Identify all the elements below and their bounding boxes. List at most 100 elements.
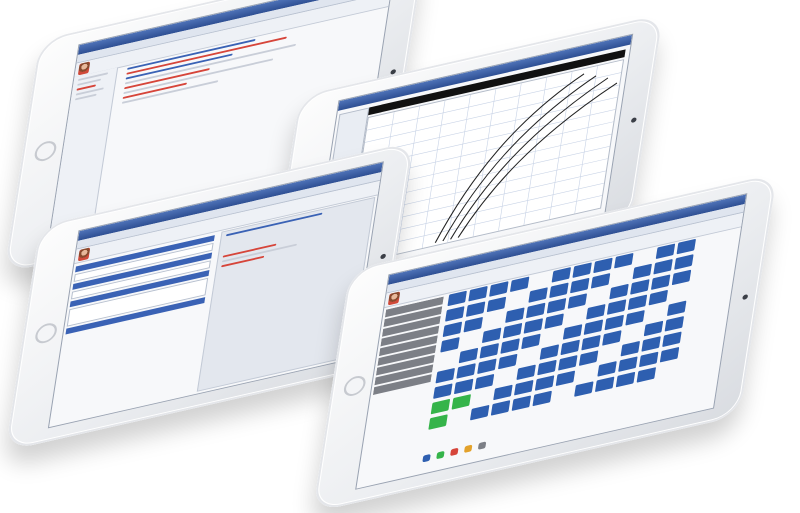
schedule-slot[interactable] <box>659 347 680 363</box>
schedule-slot[interactable] <box>563 324 583 340</box>
schedule-slot[interactable] <box>470 405 490 421</box>
schedule-slot[interactable] <box>454 378 474 395</box>
schedule-slot[interactable] <box>674 254 694 270</box>
schedule-slot[interactable] <box>560 339 580 356</box>
schedule-slot[interactable] <box>583 319 603 335</box>
schedule-slot[interactable] <box>456 363 476 379</box>
schedule-slot[interactable] <box>572 262 592 278</box>
legend-item <box>477 440 487 450</box>
schedule-slot[interactable] <box>586 304 606 320</box>
legend-item <box>463 444 473 453</box>
schedule-slot[interactable] <box>653 259 673 275</box>
schedule-slot[interactable] <box>486 296 507 313</box>
schedule-slot[interactable] <box>567 293 587 309</box>
schedule-slot[interactable] <box>523 318 543 334</box>
schedule-slot[interactable] <box>627 294 648 311</box>
schedule-slot[interactable] <box>655 243 676 259</box>
schedule-slot[interactable] <box>535 375 555 391</box>
schedule-slot[interactable] <box>574 381 594 397</box>
avatar-photo-icon <box>387 291 401 306</box>
schedule-slot[interactable] <box>463 317 483 333</box>
schedule-slot[interactable] <box>597 361 617 377</box>
schedule-slot[interactable] <box>648 290 668 306</box>
schedule-slot[interactable] <box>498 353 518 370</box>
schedule-slot[interactable] <box>511 395 531 411</box>
schedule-slot[interactable] <box>607 299 627 315</box>
schedule-slot[interactable] <box>528 287 548 303</box>
schedule-slot[interactable] <box>539 344 559 360</box>
schedule-slot[interactable] <box>602 330 622 346</box>
schedule-slot[interactable] <box>620 341 640 357</box>
schedule-slot[interactable] <box>514 380 534 396</box>
schedule-slot[interactable] <box>510 276 530 292</box>
schedule-slot[interactable] <box>546 298 567 314</box>
schedule-slot[interactable] <box>549 282 569 299</box>
schedule-slot[interactable] <box>447 290 467 307</box>
schedule-slot[interactable] <box>581 335 601 351</box>
home-button-icon[interactable] <box>342 373 367 399</box>
schedule-slot[interactable] <box>500 338 520 354</box>
schedule-slot[interactable] <box>537 359 557 376</box>
legend-item <box>422 453 431 462</box>
schedule-slot[interactable] <box>609 284 629 300</box>
schedule-slot[interactable] <box>664 316 684 332</box>
schedule-slot[interactable] <box>625 310 645 326</box>
schedule-slot[interactable] <box>555 370 575 387</box>
schedule-slot[interactable] <box>591 273 611 289</box>
schedule-slot[interactable] <box>526 302 546 319</box>
schedule-slot[interactable] <box>505 307 525 323</box>
schedule-slot[interactable] <box>489 281 509 297</box>
legend-item <box>450 447 459 456</box>
schedule-slot[interactable] <box>630 279 650 295</box>
legend-item <box>436 450 445 459</box>
schedule-slot[interactable] <box>493 384 513 401</box>
home-button-icon[interactable] <box>33 321 59 346</box>
row-labels-panel <box>363 296 444 459</box>
schedule-slot[interactable] <box>618 356 638 372</box>
front-camera-icon <box>380 253 387 260</box>
schedule-slot[interactable] <box>477 358 497 374</box>
schedule-slot[interactable] <box>502 323 523 339</box>
schedule-slot[interactable] <box>435 368 455 384</box>
schedule-slot[interactable] <box>604 314 624 331</box>
schedule-slot[interactable] <box>544 313 564 329</box>
schedule-slot[interactable] <box>532 390 552 407</box>
schedule-slot[interactable] <box>440 337 460 353</box>
schedule-slot[interactable] <box>593 257 613 274</box>
schedule-slot[interactable] <box>551 267 571 283</box>
schedule-slot[interactable] <box>428 414 448 430</box>
schedule-slot[interactable] <box>482 327 502 344</box>
schedule-slot[interactable] <box>490 400 511 416</box>
schedule-slot[interactable] <box>451 394 471 410</box>
schedule-slot[interactable] <box>651 274 671 290</box>
schedule-slot[interactable] <box>636 367 656 383</box>
schedule-slot[interactable] <box>639 351 659 368</box>
schedule-slot[interactable] <box>641 336 661 352</box>
schedule-slot[interactable] <box>643 320 664 337</box>
schedule-slot[interactable] <box>558 355 578 371</box>
front-camera-icon <box>742 294 749 301</box>
schedule-slot[interactable] <box>667 300 687 317</box>
legend-swatch-icon <box>436 450 445 459</box>
schedule-slot[interactable] <box>615 372 636 388</box>
schedule-slot[interactable] <box>662 331 682 347</box>
schedule-slot[interactable] <box>676 238 696 255</box>
schedule-slot[interactable] <box>570 278 590 294</box>
schedule-slot[interactable] <box>466 301 486 317</box>
schedule-slot[interactable] <box>521 333 541 350</box>
schedule-slot[interactable] <box>458 347 479 364</box>
schedule-slot[interactable] <box>433 383 453 399</box>
schedule-slot[interactable] <box>442 321 462 338</box>
schedule-slot[interactable] <box>671 269 692 286</box>
schedule-slot[interactable] <box>479 343 499 359</box>
schedule-slot[interactable] <box>474 374 495 390</box>
schedule-slot[interactable] <box>595 376 615 393</box>
schedule-slot[interactable] <box>430 399 451 415</box>
schedule-slot[interactable] <box>614 253 634 269</box>
schedule-slot[interactable] <box>445 306 465 322</box>
schedule-slot[interactable] <box>632 263 652 280</box>
home-button-icon[interactable] <box>33 138 58 164</box>
schedule-slot[interactable] <box>516 364 536 380</box>
schedule-slot[interactable] <box>579 350 599 366</box>
schedule-slot[interactable] <box>468 286 488 302</box>
